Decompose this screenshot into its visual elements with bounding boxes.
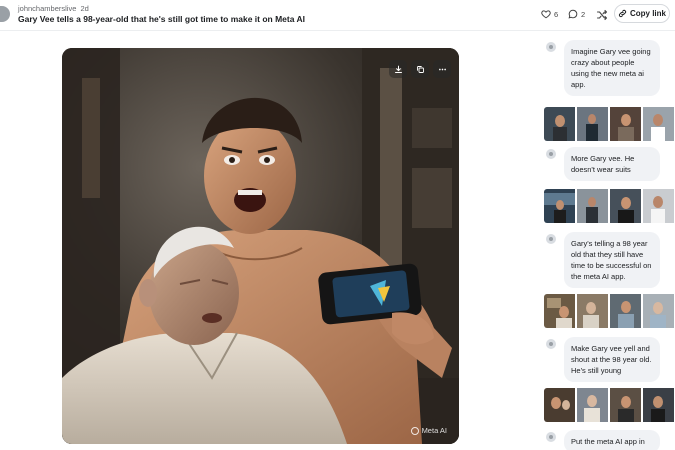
thumbnail[interactable]	[610, 294, 641, 328]
image-actions	[389, 60, 451, 78]
thumbnail[interactable]	[544, 388, 575, 422]
user-avatar-icon	[546, 234, 556, 244]
more-icon	[438, 68, 446, 70]
thumbnail-row	[544, 189, 675, 223]
user-avatar-icon	[546, 432, 556, 442]
thumbnail-row	[544, 294, 675, 328]
thumbnail[interactable]	[643, 388, 674, 422]
download-icon	[394, 65, 402, 73]
thumbnail[interactable]	[643, 294, 674, 328]
thumbnail[interactable]	[577, 294, 608, 328]
user-avatar-icon	[546, 149, 556, 159]
thumbnail[interactable]	[544, 107, 575, 141]
copy-link-label: Copy link	[629, 9, 666, 18]
copy-icon	[416, 65, 424, 73]
thumbnail[interactable]	[577, 388, 608, 422]
like-count: 6	[554, 9, 559, 19]
post-title: Gary Vee tells a 98-year-old that he's s…	[18, 14, 306, 24]
thumbnail-row	[544, 107, 675, 141]
comment-count: 2	[581, 9, 586, 19]
header-divider	[0, 30, 675, 31]
prompt-bubble[interactable]: Make Gary vee yell and shout at the 98 y…	[564, 337, 660, 382]
prompt-bubble[interactable]: Put the meta AI app in	[564, 430, 660, 450]
post-time: 2d	[80, 4, 89, 13]
heart-icon	[541, 10, 551, 19]
thumbnail[interactable]	[610, 107, 641, 141]
prompt-bubble[interactable]: Imagine Gary vee going crazy about peopl…	[564, 40, 660, 96]
image-scene	[62, 48, 459, 444]
thumbnail[interactable]	[544, 189, 575, 223]
meta-ai-watermark: Meta AI	[410, 426, 447, 435]
prompt-bubble[interactable]: Gary's telling a 98 year old that they s…	[564, 232, 660, 288]
link-icon	[618, 9, 627, 18]
more-options-button[interactable]	[433, 60, 451, 78]
copy-image-button[interactable]	[411, 60, 429, 78]
comment-button[interactable]: 2	[568, 8, 585, 20]
thumbnail[interactable]	[577, 189, 608, 223]
watermark-label: Meta AI	[421, 426, 447, 435]
thumbnail[interactable]	[577, 107, 608, 141]
comment-icon	[568, 9, 578, 19]
thumbnail[interactable]	[610, 189, 641, 223]
generated-image[interactable]: Meta AI	[62, 48, 459, 444]
thumbnail[interactable]	[544, 294, 575, 328]
download-button[interactable]	[389, 60, 407, 78]
author-line: johnchamberslive 2d	[18, 4, 89, 13]
like-button[interactable]: 6	[541, 8, 558, 20]
remix-button[interactable]	[596, 8, 608, 21]
thumbnail[interactable]	[643, 189, 674, 223]
thumbnail-row	[544, 388, 675, 422]
post-header: johnchamberslive 2d Gary Vee tells a 98-…	[0, 0, 675, 30]
thumbnail[interactable]	[643, 107, 674, 141]
meta-ai-logo-icon	[410, 426, 419, 435]
author-name[interactable]: johnchamberslive	[18, 4, 76, 13]
user-avatar-icon	[546, 339, 556, 349]
prompt-bubble[interactable]: More Gary vee. He doesn't wear suits	[564, 147, 660, 181]
prompt-thread: Imagine Gary vee going crazy about peopl…	[540, 38, 675, 450]
user-avatar-icon	[546, 42, 556, 52]
copy-link-button[interactable]: Copy link	[614, 4, 670, 23]
author-avatar[interactable]	[0, 6, 10, 22]
shuffle-icon	[596, 9, 608, 21]
thumbnail[interactable]	[610, 388, 641, 422]
